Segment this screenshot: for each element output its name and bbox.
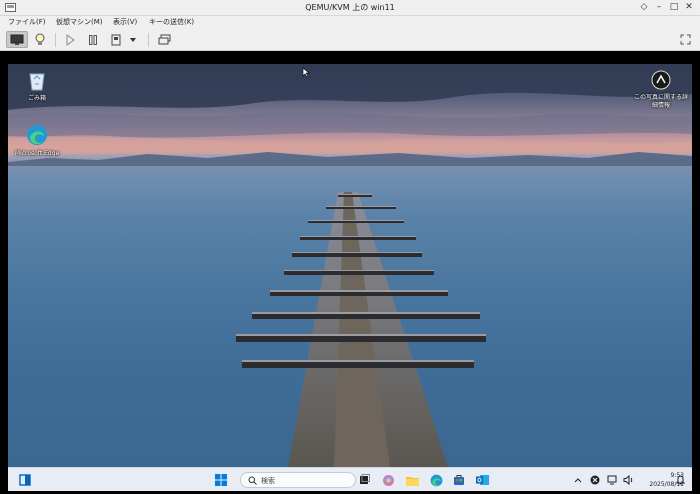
task-view-button[interactable] bbox=[356, 472, 372, 488]
monitor-icon bbox=[10, 34, 24, 45]
windows-logo-icon bbox=[215, 474, 227, 486]
dropdown-arrow-icon bbox=[130, 37, 136, 42]
camera-info-icon bbox=[651, 70, 671, 90]
menu-view[interactable]: 表示(V) bbox=[113, 17, 137, 27]
toolbar-separator bbox=[148, 33, 149, 47]
task-view-icon bbox=[360, 474, 370, 484]
pause-icon bbox=[89, 34, 97, 45]
outlook-button[interactable] bbox=[474, 472, 490, 488]
outlook-icon bbox=[475, 475, 489, 485]
tray-status-button[interactable] bbox=[587, 472, 603, 488]
widgets-icon bbox=[19, 474, 31, 486]
pause-button[interactable] bbox=[82, 31, 104, 48]
window-titlebar: QEMU/KVM 上の win11 ◇ – □ ✕ bbox=[0, 0, 700, 16]
play-icon bbox=[66, 33, 75, 46]
shutdown-menu-button[interactable] bbox=[126, 31, 140, 48]
folder-icon bbox=[405, 476, 419, 486]
snapshots-button[interactable] bbox=[154, 31, 176, 48]
menu-file[interactable]: ファイル(F) bbox=[8, 17, 46, 27]
shutdown-button[interactable] bbox=[105, 31, 127, 48]
file-explorer-button[interactable] bbox=[404, 472, 420, 488]
wallpaper-pier bbox=[236, 192, 486, 467]
chevron-up-icon bbox=[574, 478, 582, 483]
window-menu-button[interactable]: ◇ bbox=[638, 1, 650, 14]
close-circle-icon bbox=[590, 475, 600, 485]
fullscreen-icon bbox=[680, 34, 690, 45]
window-title: QEMU/KVM 上の win11 bbox=[305, 3, 395, 12]
windows-taskbar: 検索 9:53 2025/08/11 bbox=[8, 467, 692, 491]
bell-icon bbox=[675, 475, 685, 485]
edge-label: Microsoft Edge bbox=[14, 150, 60, 157]
menu-send-key[interactable]: キーの送信(K) bbox=[149, 17, 194, 27]
notifications-button[interactable] bbox=[672, 472, 688, 488]
toolbar bbox=[0, 29, 700, 51]
close-button[interactable]: ✕ bbox=[683, 1, 695, 14]
edge-desktop-icon[interactable]: Microsoft Edge bbox=[10, 124, 64, 158]
fullscreen-button[interactable] bbox=[674, 31, 696, 48]
recycle-bin-icon bbox=[29, 73, 45, 91]
edge-icon bbox=[27, 125, 47, 145]
maximize-button[interactable]: □ bbox=[668, 1, 680, 14]
network-icon bbox=[607, 475, 617, 485]
widgets-button[interactable] bbox=[17, 472, 33, 488]
console-button[interactable] bbox=[6, 31, 28, 48]
snapshot-icon bbox=[158, 34, 171, 44]
recycle-bin-label: ごみ箱 bbox=[27, 95, 46, 102]
minimize-button[interactable]: – bbox=[653, 1, 665, 14]
speaker-icon bbox=[623, 475, 632, 485]
network-button[interactable] bbox=[604, 472, 620, 488]
power-icon bbox=[111, 34, 121, 45]
start-button[interactable] bbox=[213, 472, 229, 488]
wallpaper-mountains bbox=[8, 152, 692, 166]
volume-button[interactable] bbox=[620, 472, 636, 488]
copilot-icon bbox=[382, 474, 394, 486]
menu-bar: ファイル(F) 仮想マシン(M) 表示(V) キーの送信(K) bbox=[0, 16, 700, 29]
search-placeholder: 検索 bbox=[261, 477, 275, 485]
wallpaper-clouds bbox=[8, 64, 692, 154]
copilot-button[interactable] bbox=[380, 472, 396, 488]
lightbulb-icon bbox=[35, 33, 45, 45]
edge-taskbar-button[interactable] bbox=[428, 472, 444, 488]
microsoft-store-button[interactable] bbox=[451, 472, 467, 488]
show-hidden-icons-button[interactable] bbox=[570, 472, 586, 488]
run-button[interactable] bbox=[59, 31, 81, 48]
mouse-cursor-icon bbox=[302, 67, 310, 78]
taskbar-search-box[interactable]: 検索 bbox=[240, 472, 356, 488]
learn-about-picture-desktop-icon[interactable]: この写真に関する詳細情報 bbox=[634, 70, 688, 110]
learn-about-picture-label: この写真に関する詳細情報 bbox=[634, 94, 689, 109]
guest-desktop[interactable]: ごみ箱 Microsoft Edge この写真に関する詳細情報 bbox=[8, 64, 692, 467]
details-button[interactable] bbox=[29, 31, 51, 48]
recycle-bin-desktop-icon[interactable]: ごみ箱 bbox=[10, 69, 64, 103]
menu-virtual-machine[interactable]: 仮想マシン(M) bbox=[56, 17, 103, 27]
toolbar-separator bbox=[55, 33, 56, 47]
edge-icon bbox=[430, 474, 442, 486]
search-icon bbox=[248, 476, 257, 485]
store-icon bbox=[454, 475, 464, 485]
